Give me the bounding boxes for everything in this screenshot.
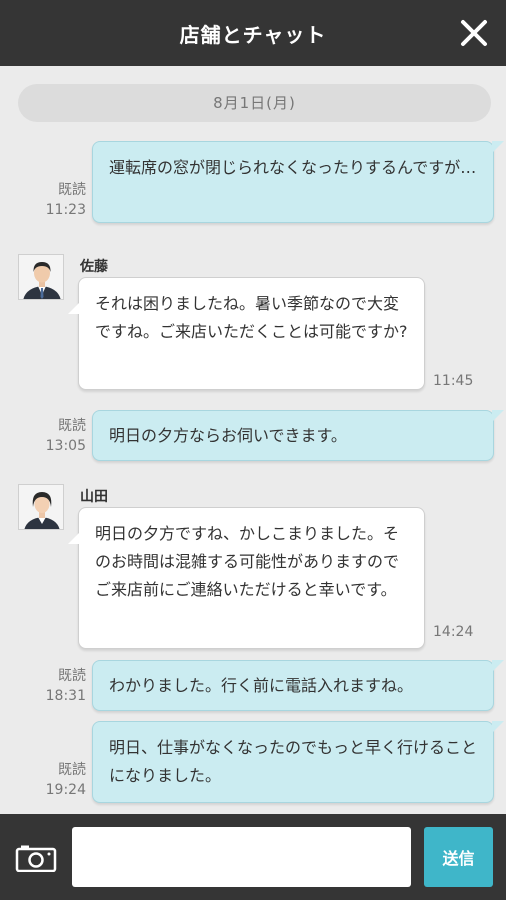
camera-icon[interactable] xyxy=(15,844,57,872)
read-status: 既読 xyxy=(58,182,86,198)
message-bubble-mine: 明日、仕事がなくなったのでもっと早く行けることになりました。 xyxy=(92,721,504,803)
message-bubble-mine: 明日の夕方ならお伺いできます。 xyxy=(92,410,504,461)
message-time: 13:05 xyxy=(45,438,86,454)
message-meta: 既読 13:05 xyxy=(4,416,86,456)
message-bubble-theirs: 明日の夕方ですね、かしこまりました。そのお時間は混雑する可能性がありますのでご来… xyxy=(68,507,425,649)
message-time: 11:45 xyxy=(433,373,474,389)
message-bubble-theirs: それは困りましたね。暑い季節なので大変ですね。ご来店いただくことは可能ですか? xyxy=(68,277,425,390)
read-status: 既読 xyxy=(58,668,86,684)
message-time: 11:23 xyxy=(45,202,86,218)
message-bubble-mine: わかりました。行く前に電話入れますね。 xyxy=(92,660,504,711)
page-title: 店舗とチャット xyxy=(179,23,327,47)
sender-name: 山田 xyxy=(80,489,108,505)
message-time: 19:24 xyxy=(45,782,86,798)
message-time: 18:31 xyxy=(45,688,86,704)
avatar-man-icon xyxy=(19,255,63,299)
avatar[interactable] xyxy=(18,254,64,300)
chat-area[interactable]: 8月1日(月) 既読 11:23 運転席の窓が閉じられなくなったりするんですが…… xyxy=(0,66,506,814)
message-meta: 既読 11:23 xyxy=(4,180,86,220)
message-meta: 既読 19:24 xyxy=(4,760,86,800)
close-icon[interactable] xyxy=(460,19,488,47)
message-bubble-mine: 運転席の窓が閉じられなくなったりするんですが… xyxy=(92,141,504,223)
header-bar: 店舗とチャット xyxy=(0,0,506,66)
message-input[interactable] xyxy=(72,827,411,887)
send-button[interactable]: 送信 xyxy=(424,827,493,887)
sender-name: 佐藤 xyxy=(80,259,108,275)
avatar-woman-icon xyxy=(19,485,63,529)
date-divider: 8月1日(月) xyxy=(18,84,491,122)
read-status: 既読 xyxy=(58,418,86,434)
message-time: 14:24 xyxy=(433,624,474,640)
message-meta: 既読 18:31 xyxy=(4,666,86,706)
read-status: 既読 xyxy=(58,762,86,778)
avatar[interactable] xyxy=(18,484,64,530)
